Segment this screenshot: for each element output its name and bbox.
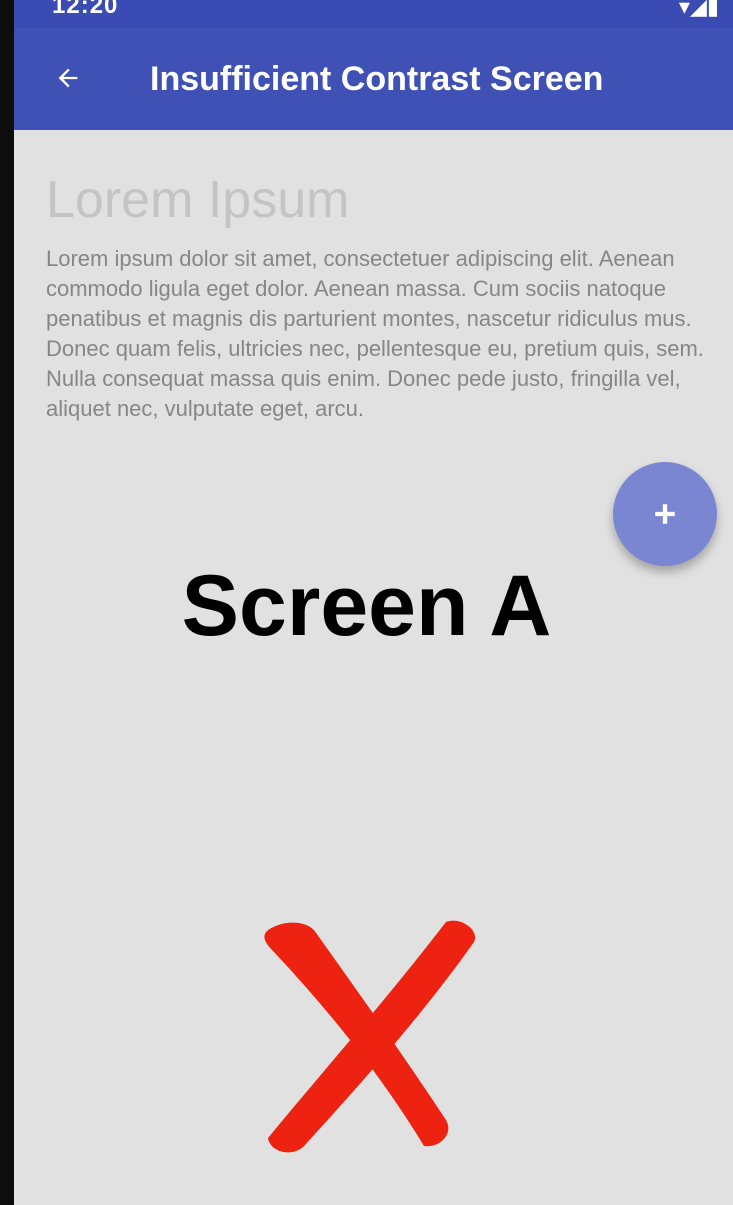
plus-icon	[655, 504, 675, 524]
content-body: Lorem ipsum dolor sit amet, consectetuer…	[46, 246, 704, 421]
arrow-left-icon	[58, 68, 78, 88]
add-fab-button[interactable]	[613, 462, 717, 566]
screen-title: Insufficient Contrast Screen	[150, 60, 604, 98]
app-bar: Insufficient Contrast Screen	[14, 28, 733, 130]
status-icons: ▾◢▮	[678, 0, 719, 19]
content-heading: Lorem Ipsum	[46, 171, 350, 229]
status-bar: 12:20 ▾◢▮	[14, 0, 733, 28]
page: 12:20 ▾◢▮ Insufficient Contrast Screen L…	[0, 0, 733, 1205]
status-time: 12:20	[52, 0, 119, 19]
screen-label: Screen A	[181, 558, 552, 654]
back-button[interactable]	[40, 50, 96, 106]
red-cross-icon	[264, 920, 476, 1153]
